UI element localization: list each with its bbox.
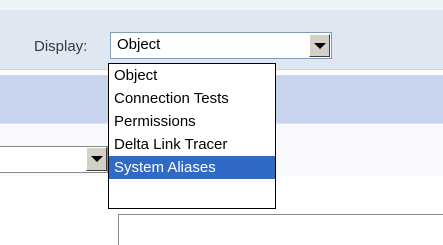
display-label: Display: (34, 38, 88, 55)
option-connection-tests[interactable]: Connection Tests (109, 87, 275, 110)
chevron-down-icon (314, 43, 326, 49)
option-object[interactable]: Object (109, 64, 275, 87)
chevron-down-icon (91, 156, 103, 162)
display-select-button[interactable] (309, 34, 330, 57)
content-textarea[interactable] (118, 214, 443, 245)
option-permissions[interactable]: Permissions (109, 110, 275, 133)
display-select[interactable]: Object (110, 32, 332, 59)
left-select-button[interactable] (86, 147, 107, 171)
display-options-list: Object Connection Tests Permissions Delt… (108, 63, 276, 209)
option-delta-link-tracer[interactable]: Delta Link Tracer (109, 133, 275, 156)
top-strip (0, 0, 443, 10)
option-system-aliases[interactable]: System Aliases (109, 156, 275, 179)
display-select-value: Object (117, 36, 161, 53)
